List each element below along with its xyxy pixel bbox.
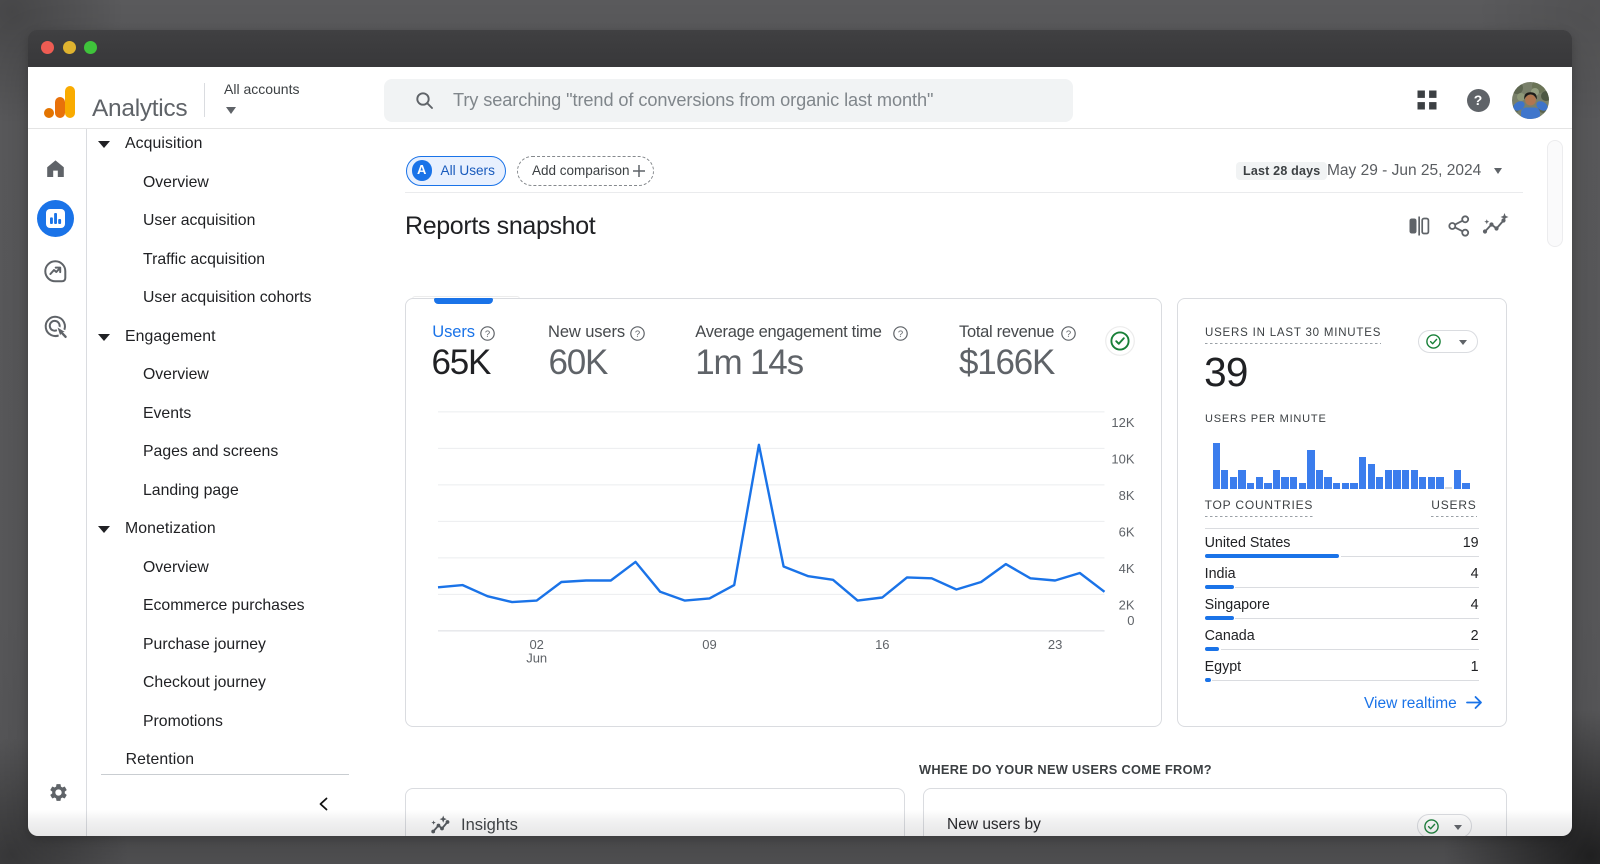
svg-text:23: 23	[1047, 637, 1061, 652]
svg-text:4K: 4K	[1118, 561, 1134, 576]
svg-text:Jun: Jun	[526, 651, 547, 666]
svg-text:6K: 6K	[1118, 525, 1134, 540]
svg-text:?: ?	[897, 329, 902, 340]
svg-text:?: ?	[1065, 329, 1070, 340]
svg-text:0: 0	[1127, 613, 1134, 628]
svg-text:?: ?	[484, 329, 489, 340]
svg-text:10K: 10K	[1111, 452, 1134, 467]
svg-text:09: 09	[702, 637, 716, 652]
svg-text:16: 16	[875, 637, 889, 652]
svg-text:2K: 2K	[1118, 598, 1134, 613]
svg-text:8K: 8K	[1118, 488, 1134, 503]
svg-text:12K: 12K	[1111, 415, 1134, 430]
svg-text:?: ?	[634, 329, 639, 340]
